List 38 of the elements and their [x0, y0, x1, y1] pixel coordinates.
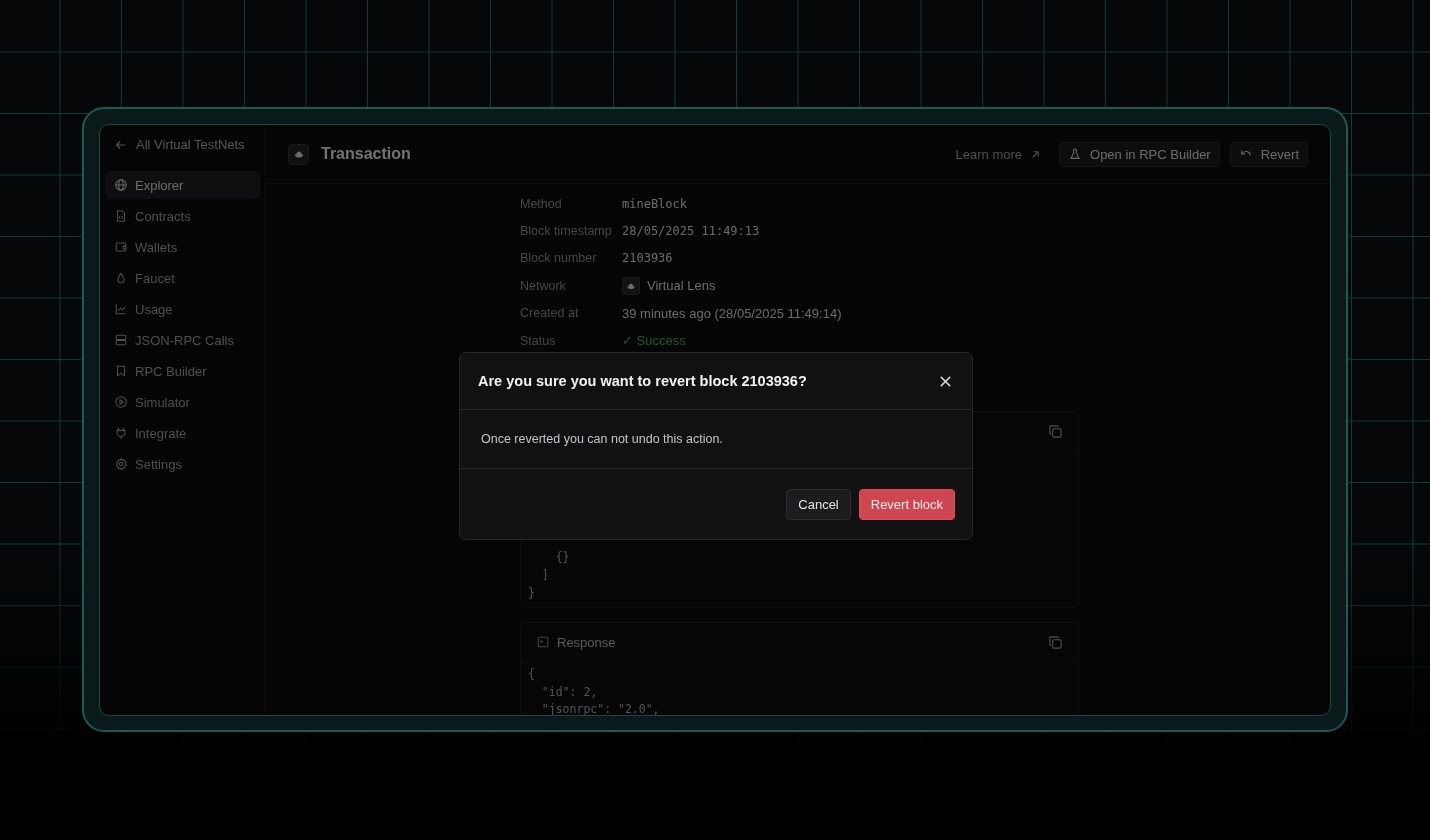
detail-value: 39 minutes ago (28/05/2025 11:49:14) [622, 305, 842, 321]
code-line: "jsonrpc": "2.0", [540, 701, 660, 715]
cancel-button[interactable]: Cancel [786, 488, 851, 520]
revert-block-button[interactable]: Revert block [858, 488, 955, 520]
dialog-title: Are you sure you want to revert block 2103936? [478, 373, 807, 389]
code-line: {} [554, 549, 570, 567]
sidebar-item[interactable]: Wallets [105, 233, 260, 261]
header-button[interactable]: Revert [1229, 141, 1308, 167]
detail-label: Status [520, 333, 557, 348]
sidebar-item[interactable]: Contracts [105, 202, 260, 230]
sidebar-item[interactable]: RPC Builder [105, 357, 260, 385]
detail-label: Method [520, 196, 563, 211]
detail-label: Network [520, 278, 567, 293]
code-line: "id": 2, [540, 683, 598, 701]
back-link[interactable]: All Virtual TestNets [105, 135, 260, 168]
sidebar-item[interactable]: Simulator [105, 388, 260, 416]
sidebar-item[interactable]: Usage [105, 295, 260, 323]
page-title: Transaction [321, 145, 411, 163]
code-line: ] [540, 567, 549, 585]
sidebar-item[interactable]: JSON-RPC Calls [105, 326, 260, 354]
detail-value: mineBlock [622, 196, 688, 211]
network-name: Virtual Lens [647, 278, 716, 294]
dialog-message: Once reverted you can not undo this action. [481, 432, 723, 446]
detail-label: Block number [520, 251, 598, 266]
status-value: ✓ Success [622, 333, 686, 349]
detail-value: 2103936 [622, 251, 673, 266]
detail-label: Created at [520, 306, 580, 321]
header-button[interactable]: Open in RPC Builder [1059, 141, 1220, 167]
detail-label: Block timestamp [520, 224, 613, 239]
panel-title: Response [557, 634, 616, 650]
sidebar-item[interactable]: Settings [105, 450, 260, 478]
code-line: } [528, 584, 535, 602]
code-line: { [528, 665, 535, 683]
sidebar-item[interactable]: Explorer [105, 171, 260, 199]
sidebar-item[interactable]: Faucet [105, 264, 260, 292]
detail-value: 28/05/2025 11:49:13 [622, 224, 760, 239]
sidebar-item[interactable]: Integrate [105, 419, 260, 447]
learn-more-link[interactable]: Learn more [955, 146, 1042, 162]
